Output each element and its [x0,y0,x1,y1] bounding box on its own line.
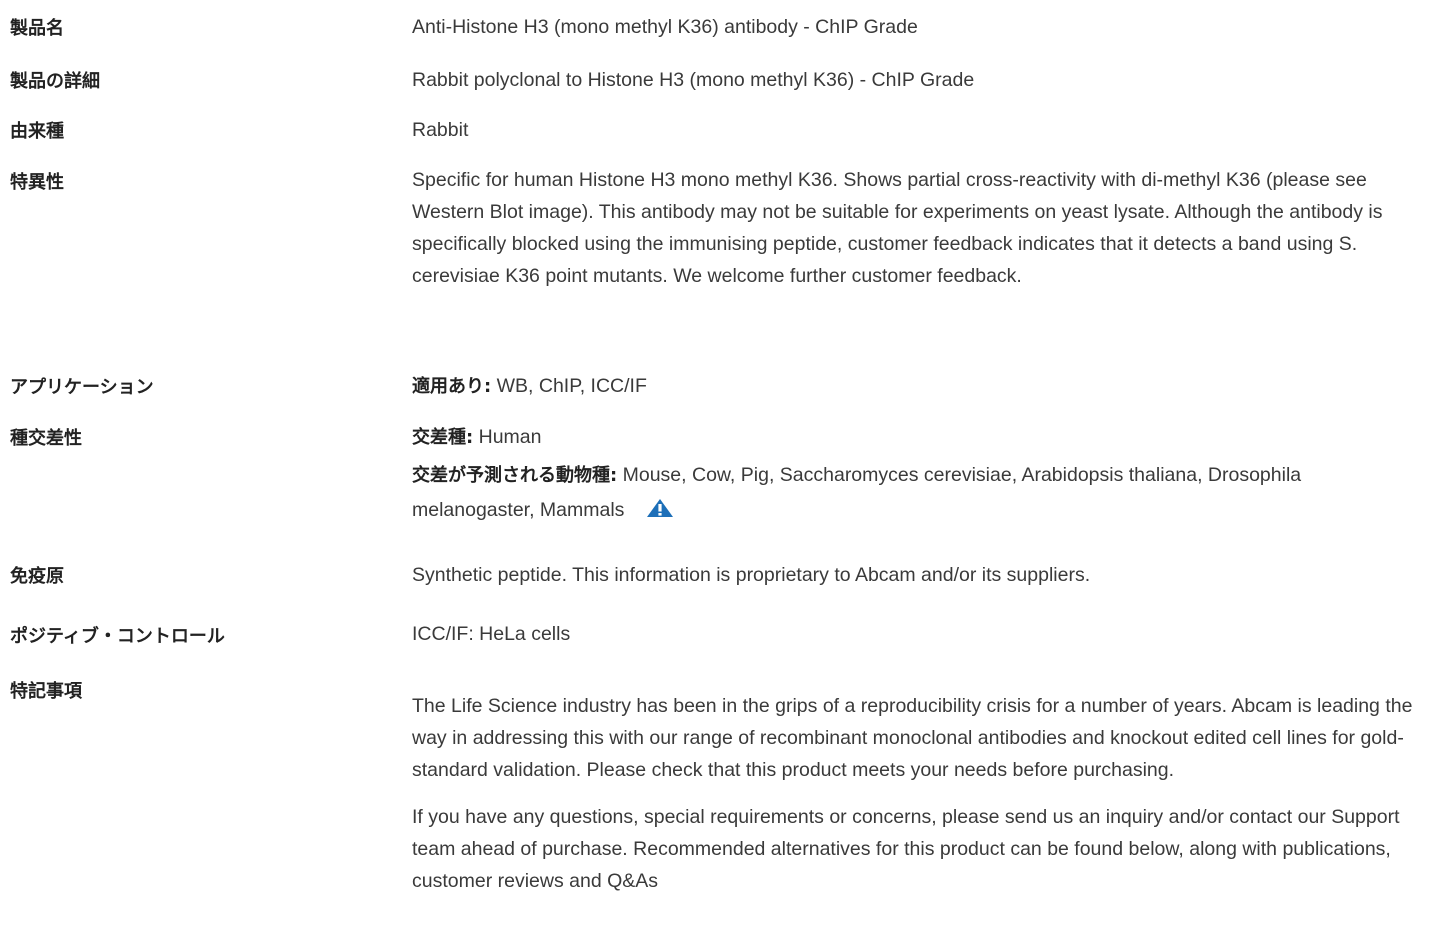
value-immunogen: Synthetic peptide. This information is p… [412,564,1091,586]
datasheet-table: 製品名 Anti-Histone H3 (mono methyl K36) an… [0,0,1446,947]
application-value: WB, ChIP, ICC/IF [491,375,647,397]
value-general-notes: The Life Science industry has been in th… [412,690,1444,897]
value-application: 適用あり: WB, ChIP, ICC/IF [412,370,1444,403]
label-product-name: 製品名 [10,18,64,39]
label-positive-control: ポジティブ・コントロール [10,626,225,647]
label-immunogen: 免疫原 [10,566,64,587]
label-application: アプリケーション [10,377,154,398]
value-reactivity: 交差種: Human 交差が予測される動物種: Mouse, Cow, Pig,… [412,421,1422,530]
label-general-notes: 特記事項 [10,681,82,702]
application-key: 適用あり: [412,376,492,397]
value-host: Rabbit [412,119,469,141]
notes-paragraph-1: The Life Science industry has been in th… [412,695,1413,781]
value-positive-control: ICC/IF: HeLa cells [412,623,571,645]
label-reactivity: 種交差性 [10,428,82,449]
predicted-key: 交差が予測される動物種: [412,465,618,486]
label-host: 由来種 [10,121,64,142]
reacts-key: 交差種: [412,427,474,448]
value-specificity: Specific for human Histone H3 mono methy… [412,169,1383,287]
predicted-line: 交差が予測される動物種: Mouse, Cow, Pig, Saccharomy… [412,458,1422,530]
warning-triangle-icon[interactable] [646,495,674,530]
reacts-value: Human [473,426,542,448]
value-product-name: Anti-Histone H3 (mono methyl K36) antibo… [412,16,918,38]
reacts-with-line: 交差種: Human [412,421,1422,454]
label-product-detail: 製品の詳細 [10,71,100,92]
notes-paragraph-2: If you have any questions, special requi… [412,806,1400,892]
label-specificity: 特異性 [10,172,64,193]
value-product-detail: Rabbit polyclonal to Histone H3 (mono me… [412,69,975,91]
